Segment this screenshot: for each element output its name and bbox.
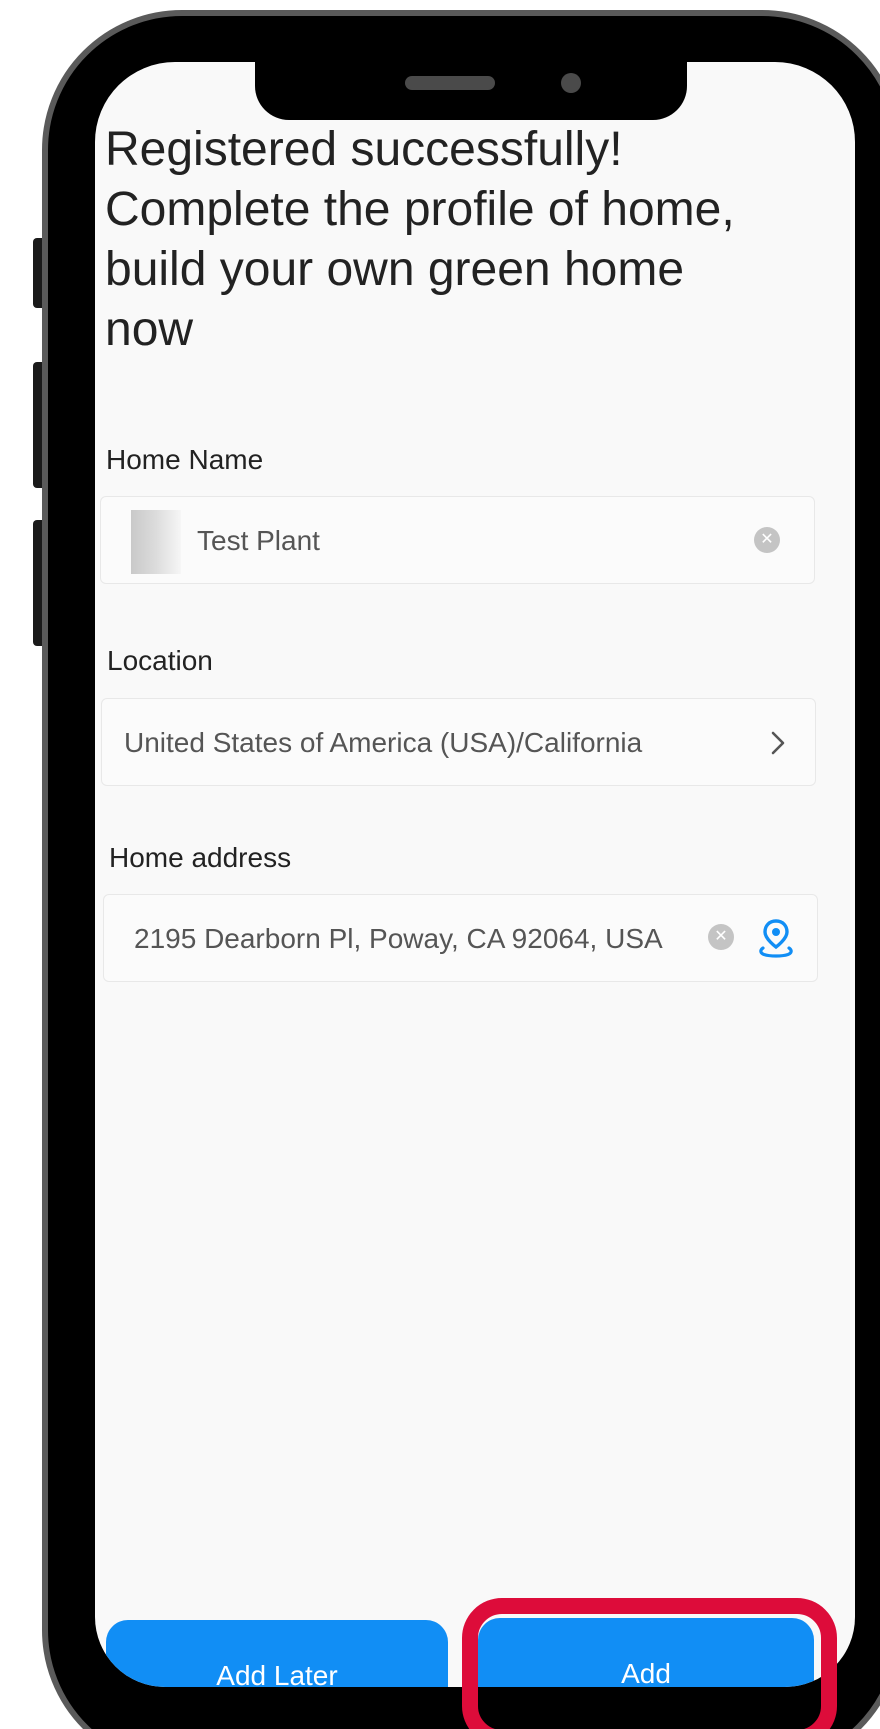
title-line-4: now [105, 303, 194, 356]
clear-icon[interactable]: ✕ [754, 527, 780, 553]
location-value[interactable]: United States of America (USA)/Californi… [124, 699, 704, 787]
title-line-3: build your own green home [105, 243, 685, 296]
map-pin-icon[interactable] [756, 917, 796, 959]
home-image-thumbnail[interactable] [131, 510, 181, 574]
app-screen: Registered successfully! Complete the pr… [95, 62, 855, 1687]
home-address-label: Home address [109, 842, 292, 873]
home-name-label: Home Name [106, 444, 264, 475]
speaker-grille [405, 76, 495, 90]
front-camera [561, 73, 581, 93]
title-line-2: Complete the profile of home, [105, 183, 735, 236]
home-name-field[interactable]: Test Plant ✕ [100, 496, 815, 584]
home-address-value[interactable]: 2195 Dearborn Pl, Poway, CA 92064, USA [134, 895, 694, 983]
home-address-field[interactable]: 2195 Dearborn Pl, Poway, CA 92064, USA ✕ [103, 894, 818, 982]
phone-notch [255, 62, 687, 120]
home-name-value[interactable]: Test Plant [197, 497, 677, 585]
add-button[interactable]: Add [478, 1618, 814, 1687]
stage: Registered successfully! Complete the pr… [0, 0, 880, 1729]
title-line-1: Registered successfully! [105, 123, 623, 176]
clear-icon[interactable]: ✕ [708, 924, 734, 950]
location-label: Location [107, 645, 213, 676]
add-later-button[interactable]: Add Later [106, 1620, 448, 1687]
location-selector[interactable]: United States of America (USA)/Californi… [101, 698, 816, 786]
chevron-right-icon[interactable] [762, 723, 794, 763]
page-title: Registered successfully! Complete the pr… [105, 120, 825, 360]
